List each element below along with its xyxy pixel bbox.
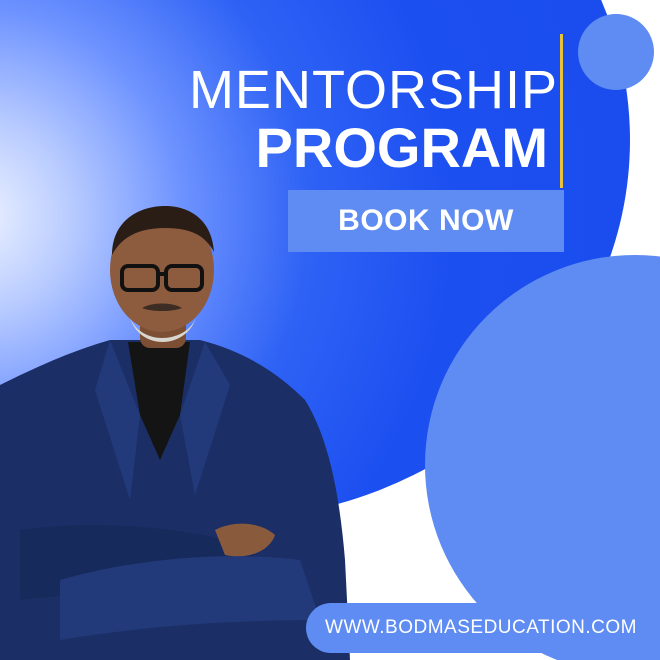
website-label: WWW.BODMASEDUCATION.COM: [325, 617, 637, 638]
decorative-circle-small: [578, 14, 654, 90]
headline-line-1: MENTORSHIP: [188, 60, 558, 120]
promo-banner: MENTORSHIP PROGRAM BOOK NOW WWW.BODMASED…: [0, 0, 660, 660]
headline-line-2: PROGRAM: [255, 116, 548, 179]
website-link[interactable]: WWW.BODMASEDUCATION.COM: [306, 603, 656, 653]
accent-divider: [560, 34, 563, 188]
presenter-photo: [0, 206, 350, 660]
book-now-label: BOOK NOW: [338, 204, 514, 237]
